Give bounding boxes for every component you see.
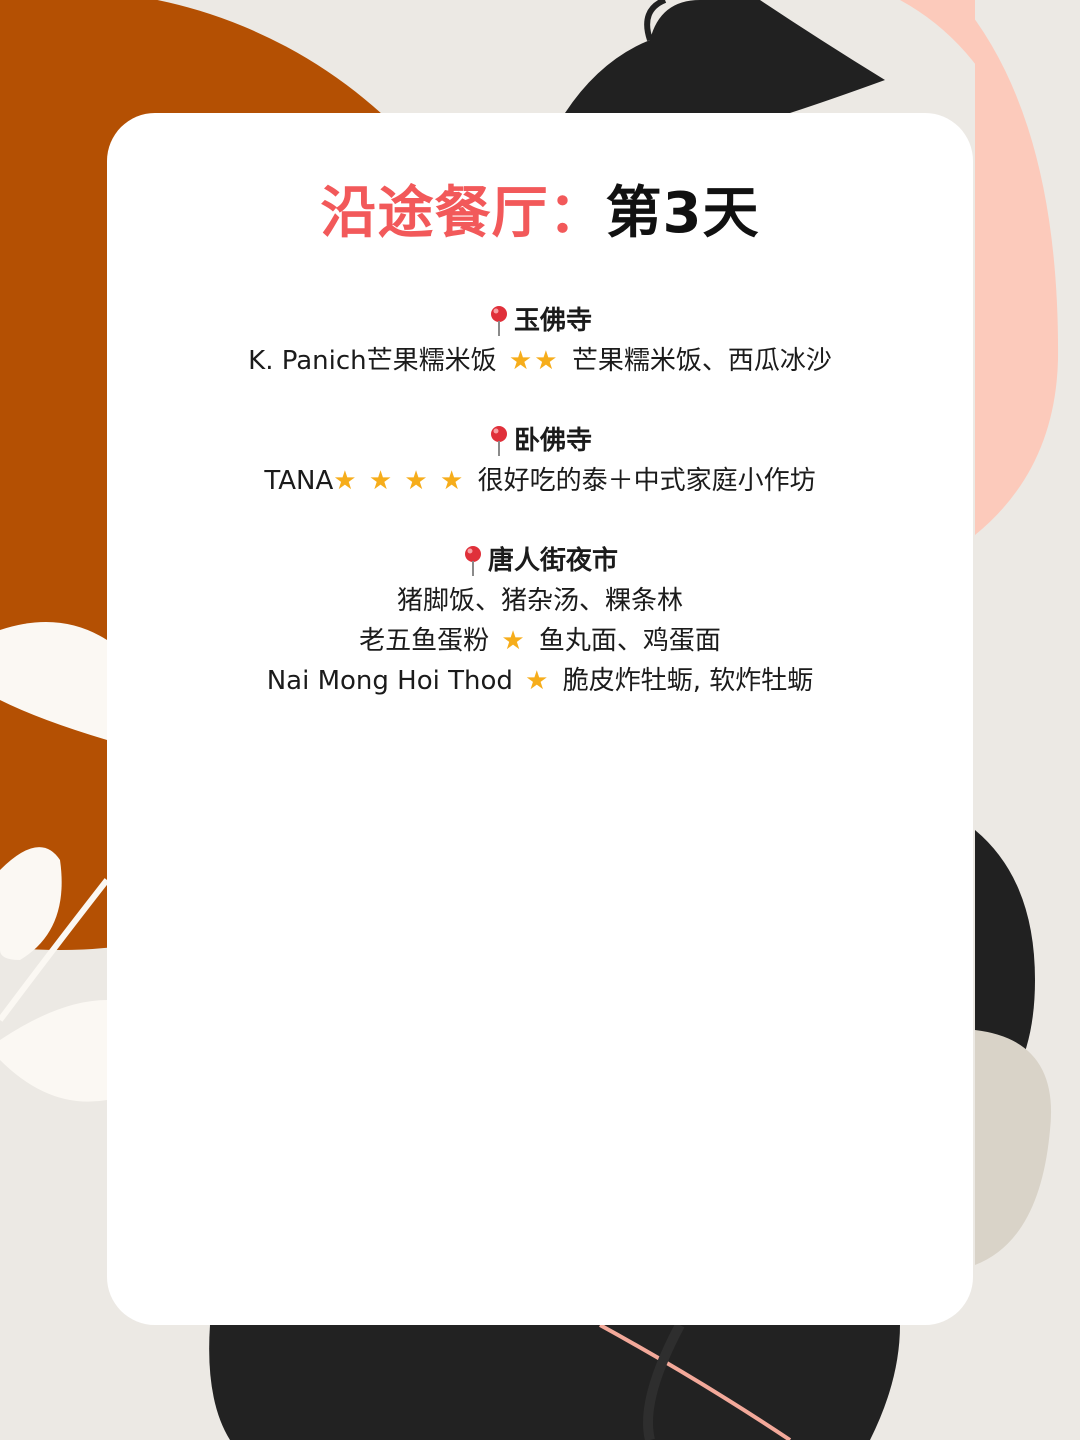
content-card: 沿途餐厅：第3天 玉佛寺 K. Panich芒果糯米饭 ★★ 芒果糯米饭、西瓜冰…: [107, 113, 973, 1325]
title-accent: 沿途餐厅：: [320, 181, 606, 246]
dark-leaf-bottom: [209, 1325, 900, 1440]
dish-description: 脆皮炸牡蛎, 软炸牡蛎: [562, 666, 814, 696]
section-heading-text: 卧佛寺: [513, 426, 592, 456]
section-heading-text: 玉佛寺: [513, 306, 592, 336]
pin-icon: [490, 306, 507, 336]
dish-description: 很好吃的泰＋中式家庭小作坊: [477, 466, 816, 496]
title-main: 第3天: [605, 181, 760, 246]
page-title: 沿途餐厅：第3天: [107, 178, 973, 250]
list-item: Nai Mong Hoi Thod ★ 脆皮炸牡蛎, 软炸牡蛎: [107, 661, 973, 701]
list-item: K. Panich芒果糯米饭 ★★ 芒果糯米饭、西瓜冰沙: [107, 341, 973, 381]
list-item: 猪脚饭、猪杂汤、粿条林: [107, 581, 973, 621]
star-rating: ★★: [508, 346, 560, 376]
section-jade-buddha: 玉佛寺 K. Panich芒果糯米饭 ★★ 芒果糯米饭、西瓜冰沙: [107, 301, 973, 381]
white-leaf-3: [0, 1000, 107, 1102]
restaurant-name: Nai Mong Hoi Thod: [266, 666, 513, 696]
gray-shape-right: [975, 1030, 1052, 1265]
star-rating: ★: [501, 626, 527, 656]
list-item: TANA★ ★ ★ ★ 很好吃的泰＋中式家庭小作坊: [107, 461, 973, 501]
pin-icon: [490, 426, 507, 456]
section-reclining-buddha: 卧佛寺 TANA★ ★ ★ ★ 很好吃的泰＋中式家庭小作坊: [107, 421, 973, 501]
section-heading: 卧佛寺: [107, 421, 973, 461]
section-chinatown-night-market: 唐人街夜市 猪脚饭、猪杂汤、粿条林 老五鱼蛋粉 ★ 鱼丸面、鸡蛋面 Nai Mo…: [107, 541, 973, 701]
section-heading: 唐人街夜市: [107, 541, 973, 581]
star-rating: ★: [525, 666, 551, 696]
section-heading-text: 唐人街夜市: [487, 546, 618, 576]
restaurant-name: 老五鱼蛋粉: [359, 626, 490, 656]
dish-description: 芒果糯米饭、西瓜冰沙: [571, 346, 832, 376]
dark-leaf-top: [565, 0, 885, 113]
pin-icon: [464, 546, 481, 576]
dish-description: 鱼丸面、鸡蛋面: [538, 626, 721, 656]
star-rating: ★ ★ ★ ★: [333, 466, 466, 496]
restaurant-name: TANA: [264, 466, 334, 496]
list-item: 老五鱼蛋粉 ★ 鱼丸面、鸡蛋面: [107, 621, 973, 661]
restaurant-name: 猪脚饭、猪杂汤、粿条林: [396, 586, 683, 616]
restaurant-name: K. Panich芒果糯米饭: [248, 346, 497, 376]
section-heading: 玉佛寺: [107, 301, 973, 341]
